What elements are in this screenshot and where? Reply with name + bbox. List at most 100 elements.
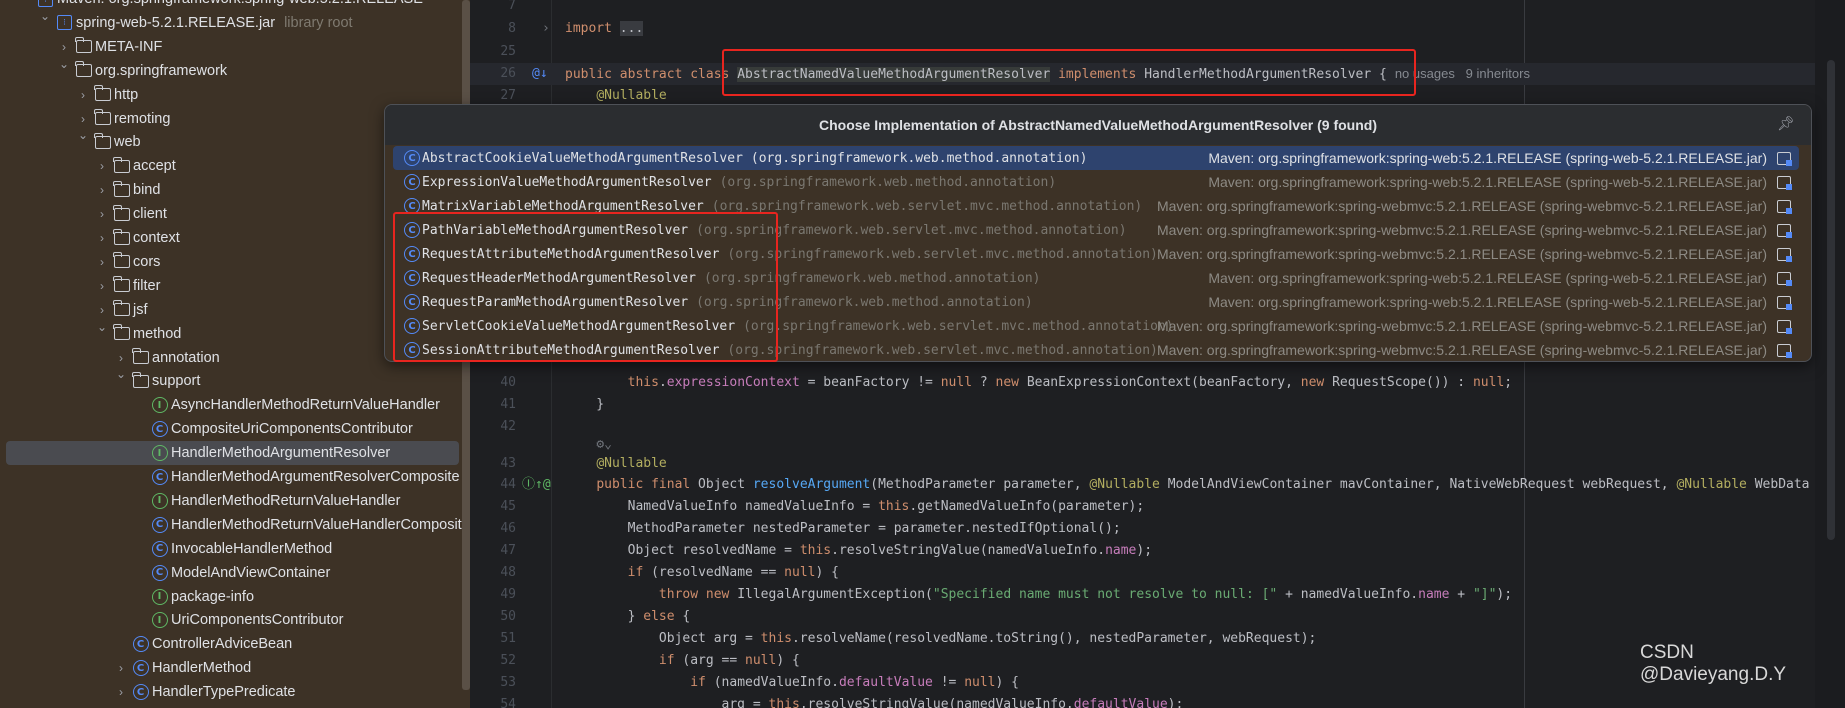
editor-scrollbar[interactable] [1815,0,1845,708]
chevron-right-icon[interactable]: › [115,661,127,675]
tree-item[interactable]: ⌄ support [0,367,462,393]
class-badge: C [151,421,168,438]
tree-item[interactable]: C ModelAndViewContainer [0,561,462,585]
tree-item-label: META-INF [95,39,162,55]
tree-item[interactable]: I HandlerMethodArgumentResolver [6,441,459,466]
chevron-right-icon[interactable]: › [115,685,127,699]
tree-item[interactable]: I AsyncHandlerMethodReturnValueHandler [0,393,462,417]
library-folder-icon [1777,175,1792,190]
code-token: @Nullable [596,88,667,103]
chevron-down-icon[interactable]: ⌄ [58,57,70,71]
code-token: Object [690,477,753,492]
tree-item-label: annotation [152,350,220,366]
code-line[interactable]: 7 [470,0,1815,17]
code-token: this [799,543,832,558]
class-badge: C [151,516,168,533]
library-name: Maven: org.springframework:spring-webmvc… [1156,342,1767,358]
tree-item[interactable]: I HandlerMethodReturnValueHandler [0,489,462,513]
chevron-right-icon[interactable]: › [96,207,108,221]
implementation-item[interactable]: C MatrixVariableMethodArgumentResolver (or… [393,194,1799,218]
code-line[interactable]: 40 this.expressionContext = beanFactory … [470,372,1815,394]
implementation-item[interactable]: C RequestParamMethodArgumentResolver (org.… [393,290,1799,314]
tree-item[interactable]: I UriComponentsContributor [0,608,462,632]
code-line[interactable]: 49 throw new IllegalArgumentException("S… [470,584,1815,606]
chevron-right-icon[interactable]: › [96,231,108,245]
chevron-right-icon[interactable]: › [96,303,108,317]
implementation-item[interactable]: C ExpressionValueMethodArgumentResolver (o… [393,170,1799,194]
code-line[interactable]: 46 MethodParameter nestedParameter = par… [470,518,1815,540]
tree-item[interactable]: › C HandlerTypePredicate [0,680,462,704]
code-line[interactable]: 26 @↓ public abstract class AbstractNamedV… [470,63,1815,85]
code-line[interactable]: 44 Ⓘ↑@ public final Object resolveArgumen… [470,474,1815,496]
code-token: @Nullable [596,456,667,471]
tree-item[interactable]: › META-INF [0,35,462,59]
folder-shape [132,371,149,388]
library-folder-icon [1777,247,1792,262]
chevron-down-icon[interactable]: ⌄ [96,320,108,334]
watermark: CSDN @Davieyang.D.Y [1640,642,1787,685]
tree-item[interactable]: ⌄ ⁝ spring-web-5.2.1.RELEASE.jar library ro… [0,9,462,35]
chevron-right-icon[interactable]: › [96,159,108,173]
chevron-right-icon[interactable]: › [96,255,108,269]
code-line[interactable]: 51 Object arg = this.resolveName(resolve… [470,628,1815,650]
tree-item[interactable]: C ControllerAdviceBean [0,632,462,656]
pin-icon[interactable]: 📌︎ [1777,115,1795,132]
chevron-down-icon[interactable]: ⌄ [39,9,51,23]
fold-chevron-icon[interactable]: › [542,18,550,40]
code-line[interactable]: 50 } else { [470,606,1815,628]
tree-item[interactable]: C HandlerMethodArgumentResolverComposite [0,465,462,489]
tree-item-label: ControllerAdviceBean [152,636,292,652]
class-name: SessionAttributeMethodArgumentResolver [422,342,720,358]
tree-item[interactable]: Ipackage-info [0,585,462,609]
chevron-right-icon[interactable]: › [96,279,108,293]
chevron-right-icon[interactable]: › [96,183,108,197]
class-icon: C [404,198,420,214]
code-line[interactable]: 41 } [470,394,1815,416]
overrides-gutter-icon[interactable]: Ⓘ↑@ [522,474,551,496]
code-line[interactable]: 52 if (arg == null) { [470,650,1815,672]
usages-inlay-hint[interactable]: no usages 9 inheritors [1395,66,1530,81]
tree-item[interactable]: ⌄⁝Maven: org.springframework:spring-web:… [0,0,462,11]
chevron-down-icon[interactable]: ⌄ [115,367,127,381]
tree-item-name: ModelAndViewContainer [171,564,331,581]
tree-item-label: HandlerMethodReturnValueHandlerComposite [171,517,470,533]
chevron-right-icon[interactable]: › [58,40,70,54]
tree-item[interactable]: C HandlerMethodReturnValueHandlerComposit… [0,513,470,537]
code-line[interactable]: 54 arg = this.resolveStringValue(namedVa… [470,694,1815,708]
chevron-right-icon[interactable]: › [77,112,89,126]
code-line[interactable]: 45 NamedValueInfo namedValueInfo = this.… [470,496,1815,518]
tree-item-label: method [133,326,181,342]
code-token: } [565,609,644,624]
implementation-item[interactable]: C SessionAttributeMethodArgumentResolver (… [393,338,1799,361]
class-name: RequestParamMethodArgumentResolver [422,294,689,310]
code-token: ); [1167,697,1184,708]
implemented-gutter-icon[interactable]: @↓ [532,63,548,85]
tree-item[interactable]: ⌄ org.springframework [0,57,462,83]
editor-scrollbar-thumb[interactable] [1827,60,1835,540]
library-folder-icon [1777,319,1792,334]
code-line[interactable]: 48 if (resolvedName == null) { [470,562,1815,584]
folder-icon [75,37,92,55]
tree-item-extra: library root [284,14,353,31]
tree-item-label: cors [133,254,160,270]
code-line[interactable]: 25 [470,41,1815,63]
tree-item[interactable]: C CompositeUriComponentsContributor [0,417,462,441]
code-line[interactable]: 53 if (namedValueInfo.defaultValue != nu… [470,672,1815,694]
tree-item[interactable]: › C HandlerMethod [0,656,462,680]
implementation-item[interactable]: C PathVariableMethodArgumentResolver (org.… [393,218,1799,242]
chevron-right-icon[interactable]: › [77,88,89,102]
code-line[interactable]: 43 @Nullable [470,453,1815,475]
implementation-item[interactable]: C RequestHeaderMethodArgumentResolver (org… [393,266,1799,290]
implementation-item[interactable]: C AbstractCookieValueMethodArgumentResolv… [393,146,1799,170]
tree-item[interactable]: › http [0,83,462,107]
code-line[interactable]: 8 › import ... [470,18,1815,40]
chevron-right-icon[interactable]: › [115,351,127,365]
tree-item-name: org.springframework [95,62,228,79]
code-line[interactable]: 47 Object resolvedName = this.resolveStr… [470,540,1815,562]
code-token: ) { [776,653,800,668]
implementation-item[interactable]: C ServletCookieValueMethodArgumentResolve… [393,314,1799,338]
chevron-down-icon[interactable]: ⌄ [77,128,89,142]
implementation-item[interactable]: C RequestAttributeMethodArgumentResolver (… [393,242,1799,266]
line-number: 7 [508,0,516,13]
tree-item[interactable]: C InvocableHandlerMethod [0,537,462,561]
